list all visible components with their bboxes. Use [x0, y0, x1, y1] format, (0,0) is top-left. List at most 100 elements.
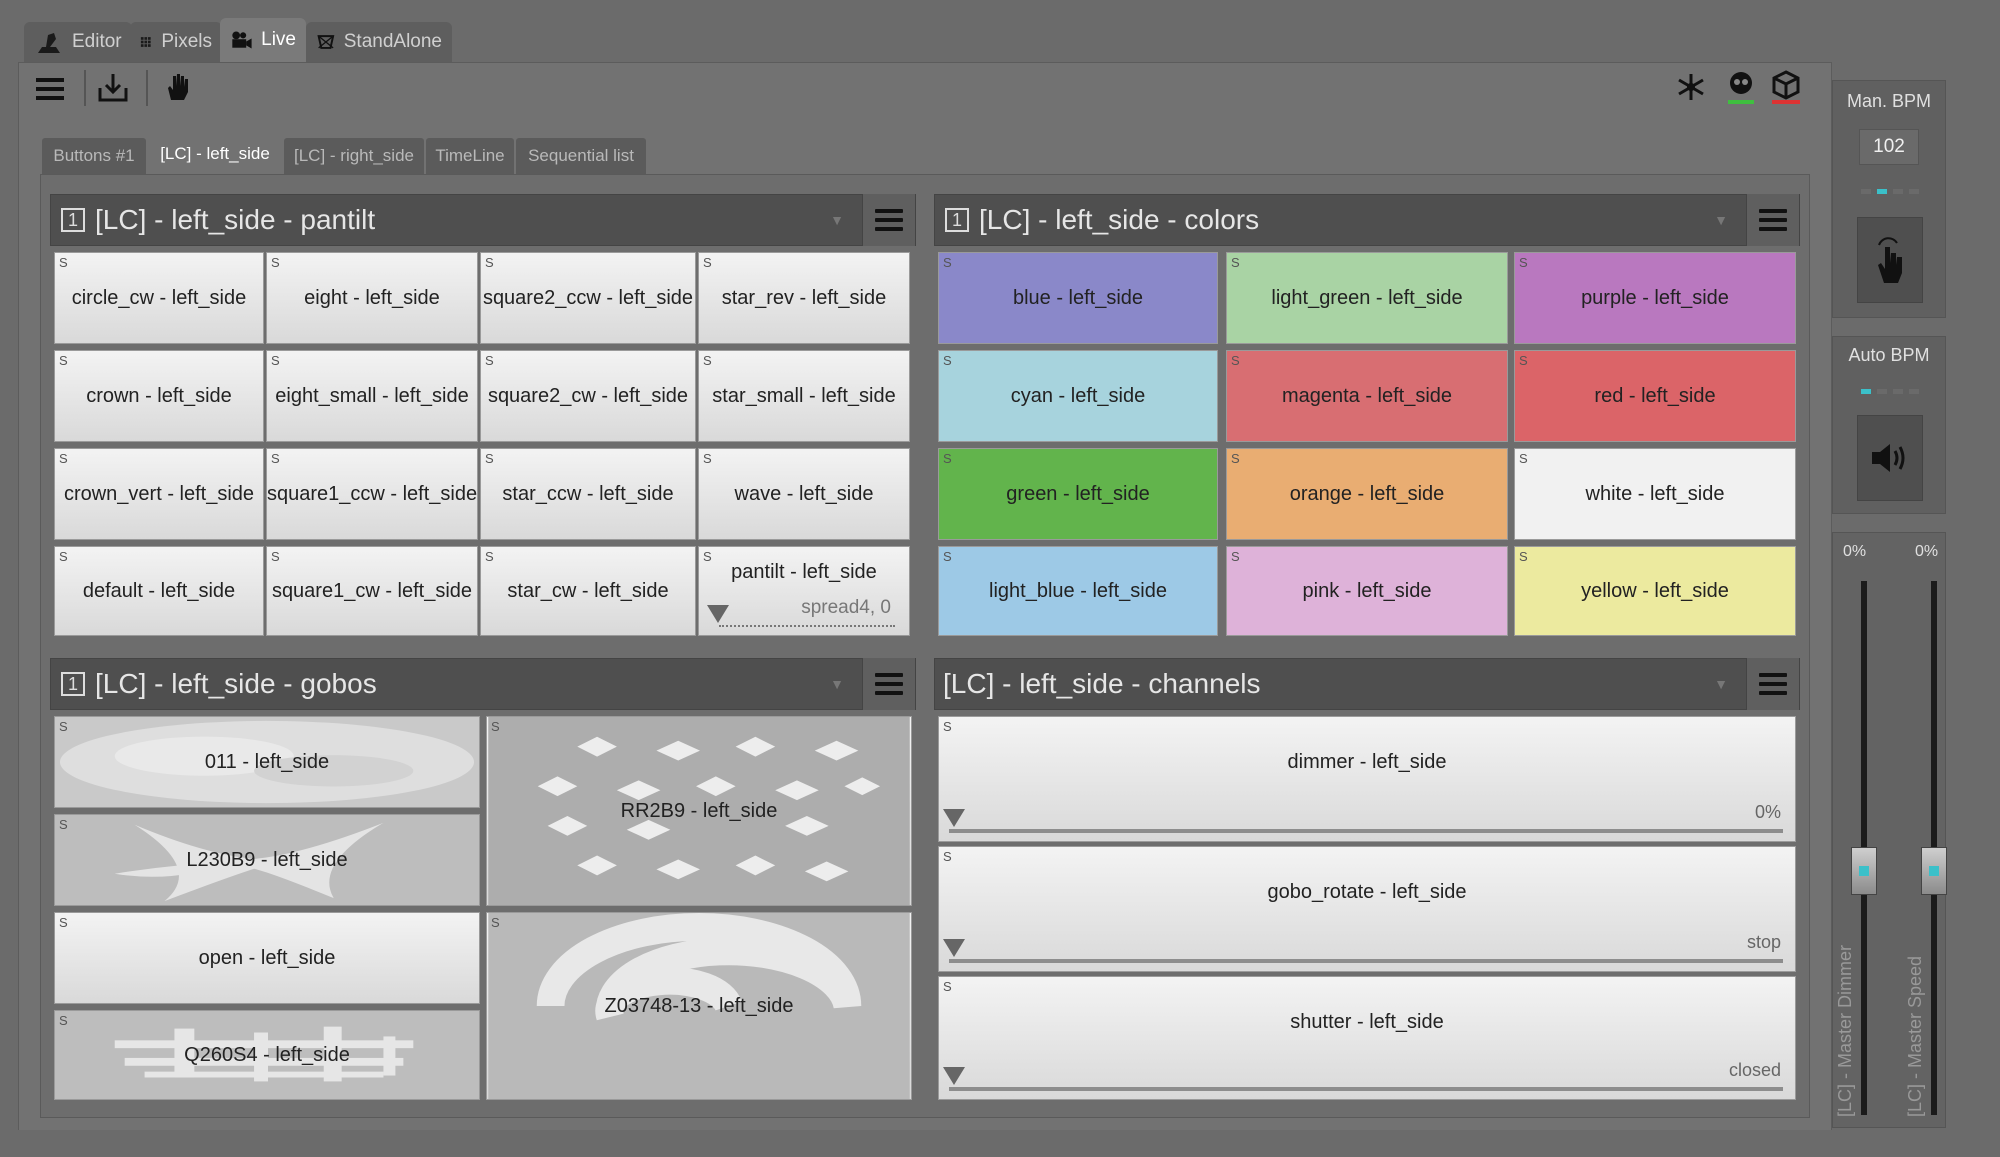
chevron-down-icon[interactable]: ▼: [1714, 212, 1728, 228]
page-menu-button[interactable]: [1746, 194, 1799, 246]
pantilt-button[interactable]: Seight_small - left_side: [266, 350, 478, 442]
pantilt-button[interactable]: Scrown - left_side: [54, 350, 264, 442]
s-marker: S: [943, 353, 952, 368]
color-button[interactable]: Sblue - left_side: [938, 252, 1218, 344]
page-title: [LC] - left_side - channels: [943, 668, 1261, 699]
tab-pixels[interactable]: Pixels: [130, 22, 222, 62]
pantilt-button[interactable]: Swave - left_side: [698, 448, 910, 540]
channel-slider-gobo-rotate[interactable]: S gobo_rotate - left_side stop: [938, 846, 1796, 972]
pantilt-button[interactable]: Sstar_small - left_side: [698, 350, 910, 442]
gobo-button[interactable]: S 011 - left_side: [54, 716, 480, 808]
s-marker: S: [271, 451, 280, 466]
channel-slider-dimmer[interactable]: S dimmer - left_side 0%: [938, 716, 1796, 842]
slider-marker-icon[interactable]: [943, 809, 965, 827]
subtab-left-side[interactable]: [LC] - left_side: [148, 134, 282, 174]
page-menu-button[interactable]: [1746, 658, 1799, 710]
tab-editor[interactable]: Editor: [24, 22, 132, 62]
subtab-timeline[interactable]: TimeLine: [426, 138, 514, 174]
color-button[interactable]: Swhite - left_side: [1514, 448, 1796, 540]
color-button[interactable]: Spurple - left_side: [1514, 252, 1796, 344]
menu-icon: [875, 209, 903, 231]
gobo-button[interactable]: S L230B9 - left_side: [54, 814, 480, 906]
button-label: Q260S4 - left_side: [184, 1043, 350, 1066]
color-button[interactable]: Sred - left_side: [1514, 350, 1796, 442]
pantilt-button[interactable]: Ssquare2_ccw - left_side: [480, 252, 696, 344]
color-button[interactable]: Sorange - left_side: [1226, 448, 1508, 540]
color-button[interactable]: Smagenta - left_side: [1226, 350, 1508, 442]
man-bpm-value[interactable]: 102: [1859, 129, 1919, 165]
pantilt-slider-button[interactable]: S pantilt - left_side spread4, 0: [698, 546, 910, 636]
tab-editor-label: Editor: [72, 31, 122, 52]
s-marker: S: [1231, 255, 1240, 270]
chevron-down-icon[interactable]: ▼: [1714, 676, 1728, 692]
pantilt-button[interactable]: Seight - left_side: [266, 252, 478, 344]
pantilt-button[interactable]: Sstar_cw - left_side: [480, 546, 696, 636]
page-menu-button[interactable]: [862, 658, 915, 710]
s-marker: S: [943, 451, 952, 466]
subtab-right-side[interactable]: [LC] - right_side: [284, 138, 424, 174]
button-label: star_rev - left_side: [721, 286, 887, 309]
chevron-down-icon[interactable]: ▼: [830, 212, 844, 228]
tap-tempo-button[interactable]: [1857, 217, 1923, 303]
hand-icon[interactable]: [162, 70, 196, 104]
button-label: square2_cw - left_side: [487, 384, 689, 407]
s-marker: S: [485, 353, 494, 368]
button-label: pantilt - left_side: [731, 561, 877, 583]
tab-live[interactable]: Live: [220, 18, 306, 62]
page-menu-button[interactable]: [862, 194, 915, 246]
channel-value: 0%: [1754, 802, 1781, 822]
slider-marker-icon[interactable]: [943, 1067, 965, 1085]
s-marker: S: [943, 719, 952, 734]
gobo-button[interactable]: S Z03748-13 - left_side: [486, 912, 912, 1100]
slider-track[interactable]: [949, 829, 1783, 833]
slider-track[interactable]: [949, 1087, 1783, 1091]
pantilt-button[interactable]: Sstar_rev - left_side: [698, 252, 910, 344]
color-button[interactable]: Syellow - left_side: [1514, 546, 1796, 636]
page-number[interactable]: 1: [61, 672, 85, 696]
gobos-page-header: 1 [LC] - left_side - gobos ▼: [50, 658, 916, 710]
gobo-button[interactable]: S open - left_side: [54, 912, 480, 1004]
color-button[interactable]: Scyan - left_side: [938, 350, 1218, 442]
button-label: eight_small - left_side: [275, 384, 469, 407]
slider-marker-icon[interactable]: [943, 939, 965, 957]
manual-bpm-panel: Man. BPM 102: [1832, 80, 1946, 318]
pantilt-button[interactable]: Scircle_cw - left_side: [54, 252, 264, 344]
slider-track[interactable]: [719, 621, 895, 627]
hamburger-menu-icon[interactable]: [34, 72, 68, 106]
button-label: wave - left_side: [734, 482, 874, 505]
gobo-button[interactable]: S RR2B9 - left_side: [486, 716, 912, 906]
page-number[interactable]: 1: [945, 208, 969, 232]
master-speed-handle[interactable]: [1921, 847, 1947, 895]
gobo-button[interactable]: S Q260S4 - left_side: [54, 1010, 480, 1100]
pantilt-button[interactable]: Sstar_ccw - left_side: [480, 448, 696, 540]
color-button[interactable]: Slight_green - left_side: [1226, 252, 1508, 344]
channel-slider-shutter[interactable]: S shutter - left_side closed: [938, 976, 1796, 1100]
subtab-buttons-1[interactable]: Buttons #1: [42, 138, 146, 174]
audio-bpm-button[interactable]: [1857, 415, 1923, 501]
color-button[interactable]: Spink - left_side: [1226, 546, 1508, 636]
chevron-down-icon[interactable]: ▼: [830, 676, 844, 692]
pantilt-button[interactable]: Sdefault - left_side: [54, 546, 264, 636]
tab-pixels-label: Pixels: [161, 31, 212, 52]
master-dimmer-handle[interactable]: [1851, 847, 1877, 895]
subtab-sequential-list[interactable]: Sequential list: [516, 138, 646, 174]
tab-standalone[interactable]: StandAlone: [306, 22, 452, 62]
export-icon[interactable]: [96, 70, 130, 104]
s-marker: S: [485, 255, 494, 270]
man-bpm-label: Man. BPM: [1846, 91, 1932, 111]
menu-icon: [1759, 209, 1787, 231]
color-button[interactable]: Sgreen - left_side: [938, 448, 1218, 540]
s-marker: S: [271, 255, 280, 270]
pixels-icon: [140, 37, 151, 47]
pantilt-button[interactable]: Ssquare2_cw - left_side: [480, 350, 696, 442]
pantilt-button[interactable]: Scrown_vert - left_side: [54, 448, 264, 540]
snowflake-icon[interactable]: [1676, 72, 1706, 102]
s-marker: S: [1519, 255, 1528, 270]
page-number[interactable]: 1: [61, 208, 85, 232]
slider-track[interactable]: [949, 959, 1783, 963]
pantilt-button[interactable]: Ssquare1_ccw - left_side: [266, 448, 478, 540]
pantilt-button[interactable]: Ssquare1_cw - left_side: [266, 546, 478, 636]
cube-red-icon[interactable]: [1770, 70, 1802, 106]
color-button[interactable]: Slight_blue - left_side: [938, 546, 1218, 636]
skull-green-icon[interactable]: [1726, 70, 1756, 106]
